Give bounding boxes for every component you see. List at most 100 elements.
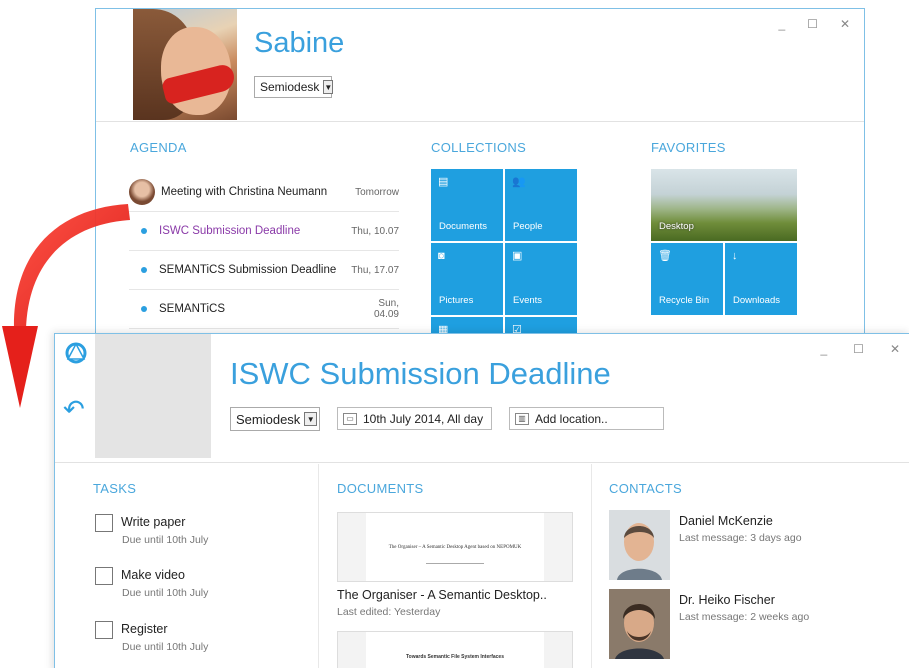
event-image-placeholder[interactable] — [95, 334, 211, 458]
agenda-item[interactable]: SEMANTiCS Sun, 04.09 — [129, 290, 399, 329]
contact-avatar[interactable] — [609, 510, 670, 580]
date-field[interactable]: ▭ 10th July 2014, All day — [337, 407, 492, 430]
bullet-icon — [141, 228, 147, 234]
agenda-item[interactable]: Meeting with Christina Neumann Tomorrow — [129, 173, 399, 212]
bullet-icon — [141, 306, 147, 312]
chevron-down-icon[interactable]: ▼ — [323, 80, 334, 94]
event-window: ↶ ISWC Submission Deadline _ ☐ ✕ Semiode… — [54, 333, 909, 668]
account-select[interactable]: Semiodesk ▼ — [230, 407, 320, 431]
close-button[interactable]: ✕ — [890, 342, 900, 356]
document-page: Towards Semantic File System Interfaces — [366, 632, 544, 668]
tile-documents[interactable]: ▤ Documents — [431, 169, 503, 241]
minimize-button[interactable]: _ — [820, 342, 827, 356]
tile-desktop[interactable]: Desktop — [651, 169, 797, 241]
task-checkbox[interactable] — [95, 514, 113, 532]
location-field-placeholder: Add location.. — [535, 411, 608, 426]
profile-name: Sabine — [254, 27, 345, 59]
map-icon: ▥ — [515, 412, 529, 425]
tile-recycle-bin[interactable]: 🗑 Recycle Bin — [651, 243, 723, 315]
chevron-down-icon[interactable]: ▼ — [304, 412, 317, 426]
favorites-heading: FAVORITES — [651, 140, 726, 155]
calendar-icon: ▭ — [343, 412, 357, 425]
contact-avatar[interactable] — [609, 589, 670, 659]
back-arrow-icon[interactable]: ↶ — [63, 394, 85, 425]
date-field-value: 10th July 2014, All day — [363, 411, 484, 426]
contact-last-message: Last message: 2 weeks ago — [679, 611, 810, 623]
agenda-item-date: Tomorrow — [355, 186, 399, 198]
task-name: Register — [121, 622, 168, 636]
download-icon: ↓ — [732, 250, 738, 262]
maximize-button[interactable]: ☐ — [807, 17, 818, 31]
tile-label: People — [513, 221, 543, 232]
app-logo-icon[interactable] — [65, 342, 87, 364]
event-title: ISWC Submission Deadline — [230, 356, 611, 391]
favorites-grid: 🗑 Recycle Bin ↓ Downloads — [651, 243, 797, 315]
column-divider — [591, 464, 592, 668]
document-page: The Organiser – A Semantic Desktop Agent… — [366, 513, 544, 581]
maximize-button[interactable]: ☐ — [853, 342, 864, 356]
tile-downloads[interactable]: ↓ Downloads — [725, 243, 797, 315]
agenda-item-label: SEMANTiCS Submission Deadline — [159, 264, 337, 276]
contact-last-message: Last message: 3 days ago — [679, 532, 802, 544]
task-due: Due until 10th July — [122, 587, 209, 599]
profile-window: Sabine Semiodesk ▼ _ ☐ ✕ AGENDA Meeting … — [95, 8, 865, 338]
task-checkbox[interactable] — [95, 621, 113, 639]
contact-name[interactable]: Dr. Heiko Fischer — [679, 593, 775, 607]
agenda-item-label: Meeting with Christina Neumann — [161, 186, 328, 198]
window-controls: _ ☐ ✕ — [778, 17, 850, 31]
task-name: Write paper — [121, 515, 186, 529]
agenda-item-label: ISWC Submission Deadline — [159, 225, 301, 237]
task-name: Make video — [121, 568, 185, 582]
agenda-heading: AGENDA — [130, 140, 187, 155]
account-select-value: Semiodesk — [236, 411, 301, 427]
tile-pictures[interactable]: ◙ Pictures — [431, 243, 503, 315]
tile-label: Downloads — [733, 295, 780, 306]
collections-heading: COLLECTIONS — [431, 140, 527, 155]
agenda-item-label: SEMANTiCS — [159, 303, 226, 315]
document-icon: ▤ — [438, 176, 449, 188]
agenda-item-date: Thu, 17.07 — [351, 264, 399, 276]
account-select[interactable]: Semiodesk ▼ — [254, 76, 334, 98]
agenda-item[interactable]: ISWC Submission Deadline Thu, 10.07 — [129, 212, 399, 251]
agenda-list: Meeting with Christina Neumann Tomorrow … — [129, 173, 399, 329]
document-thumb-heading: The Organiser – A Semantic Desktop Agent… — [388, 545, 522, 550]
camera-icon: ◙ — [438, 250, 445, 262]
agenda-item-date: Thu, 10.07 — [351, 225, 399, 237]
close-button[interactable]: ✕ — [840, 17, 850, 31]
document-thumbnail[interactable]: The Organiser – A Semantic Desktop Agent… — [337, 512, 573, 582]
documents-heading: DOCUMENTS — [337, 481, 424, 496]
minimize-button[interactable]: _ — [778, 17, 785, 31]
text-line — [426, 563, 484, 564]
task-checkbox[interactable] — [95, 567, 113, 585]
trash-icon: 🗑 — [658, 250, 672, 262]
task-due: Due until 10th July — [122, 641, 209, 653]
document-thumb-heading: Towards Semantic File System Interfaces — [405, 654, 504, 660]
collections-grid: ▤ Documents 👥 People ◙ Pictures ▣ Events… — [431, 169, 577, 337]
task-due: Due until 10th July — [122, 534, 209, 546]
calendar-icon: ▣ — [512, 250, 523, 262]
agenda-item-date: Sun, 04.09 — [373, 298, 399, 320]
location-field[interactable]: ▥ Add location.. — [509, 407, 664, 430]
people-icon: 👥 — [512, 176, 526, 188]
window-controls: _ ☐ ✕ — [820, 342, 900, 356]
tile-label: Desktop — [659, 221, 694, 232]
document-meta: Last edited: Yesterday — [337, 606, 441, 618]
profile-avatar[interactable] — [133, 9, 237, 120]
tile-label: Pictures — [439, 295, 474, 306]
agenda-item[interactable]: SEMANTiCS Submission Deadline Thu, 17.07 — [129, 251, 399, 290]
tile-label: Events — [513, 295, 543, 306]
header-divider — [96, 121, 864, 122]
bullet-icon — [141, 267, 147, 273]
tile-label: Documents — [439, 221, 488, 232]
tile-people[interactable]: 👥 People — [505, 169, 577, 241]
tile-label: Recycle Bin — [659, 295, 710, 306]
tile-events[interactable]: ▣ Events — [505, 243, 577, 315]
document-thumbnail[interactable]: Towards Semantic File System Interfaces — [337, 631, 573, 668]
account-select-value: Semiodesk — [260, 80, 320, 94]
column-divider — [318, 464, 319, 668]
contact-name[interactable]: Daniel McKenzie — [679, 514, 773, 528]
contacts-heading: CONTACTS — [609, 481, 682, 496]
tasks-heading: TASKS — [93, 481, 137, 496]
header-divider — [55, 462, 909, 463]
document-title[interactable]: The Organiser - A Semantic Desktop.. — [337, 588, 547, 602]
